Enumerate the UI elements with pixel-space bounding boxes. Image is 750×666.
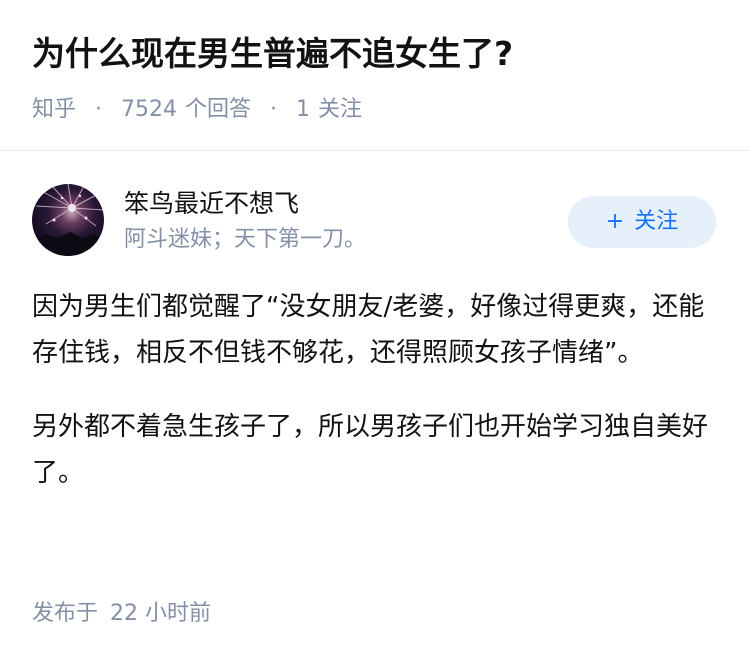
plus-icon: + [605,209,625,234]
answer-count: 7524 [121,97,178,122]
question-page: 为什么现在男生普遍不追女生了? 知乎 · 7524 个回答 · 1 关注 笨鸟最… [0,0,750,666]
source-label[interactable]: 知乎 [32,97,76,122]
publish-info: 发布于 22 小时前 [32,598,211,630]
author-row: 笨鸟最近不想飞 阿斗迷妹；天下第一刀。 + 关注 [32,184,718,260]
avatar[interactable] [32,184,104,256]
follow-button[interactable]: + 关注 [568,196,716,248]
question-title[interactable]: 为什么现在男生普遍不追女生了? [32,30,730,78]
question-header: 为什么现在男生普遍不追女生了? 知乎 · 7524 个回答 · 1 关注 [32,30,730,122]
avatar-image [32,184,104,256]
follow-count: 1 [296,97,311,122]
answer-count-label[interactable]: 个回答 [185,97,251,122]
divider [0,150,750,151]
follow-button-label: 关注 [634,209,679,234]
answer-content: 因为男生们都觉醒了“没女朋友/老婆，好像过得更爽，还能存住钱，相反不但钱不够花，… [32,284,722,524]
separator-dot: · [95,97,103,122]
author-bio: 阿斗迷妹；天下第一刀。 [124,227,367,252]
published-label: 发布于 [32,601,99,626]
answer-paragraph: 另外都不着急生孩子了，所以男孩子们也开始学习独自美好了。 [32,412,709,488]
separator-dot: · [270,97,278,122]
author-name[interactable]: 笨鸟最近不想飞 [124,186,299,222]
answer-paragraph: 因为男生们都觉醒了“没女朋友/老婆，好像过得更爽，还能存住钱，相反不但钱不够花，… [32,292,705,368]
question-meta: 知乎 · 7524 个回答 · 1 关注 [32,94,362,126]
published-time: 22 小时前 [110,601,212,626]
follow-count-label: 关注 [318,97,363,122]
